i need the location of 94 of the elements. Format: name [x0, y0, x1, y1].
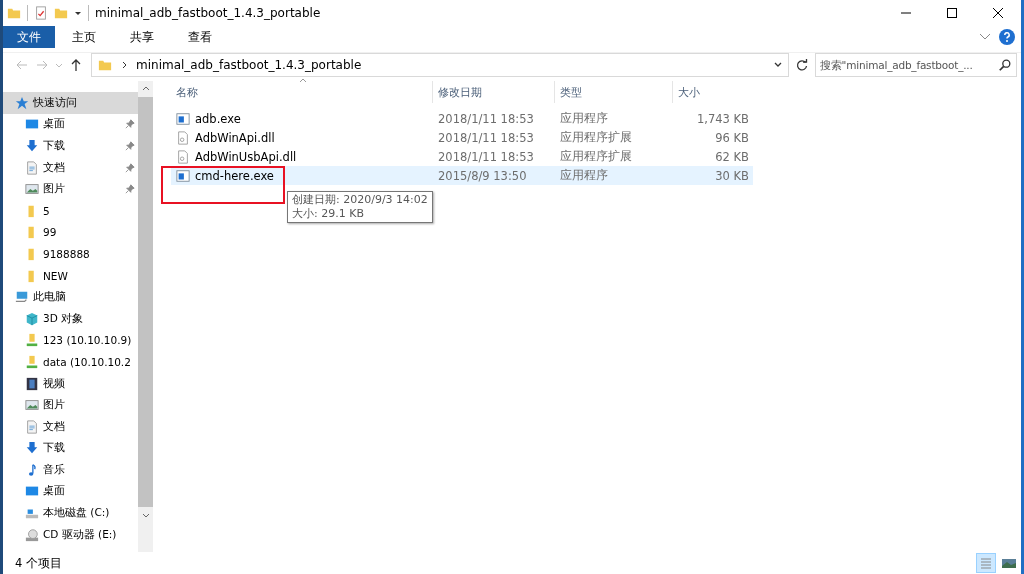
- column-header[interactable]: 修改日期: [433, 81, 555, 103]
- sidebar-item[interactable]: 桌面: [3, 480, 138, 503]
- help-icon[interactable]: [999, 29, 1015, 45]
- ribbon-tab[interactable]: 共享: [113, 26, 171, 48]
- column-header[interactable]: 类型: [555, 81, 673, 103]
- tooltip-text: 大小: 29.1 KB: [292, 207, 365, 221]
- cube-icon: [25, 311, 39, 326]
- sidebar-item[interactable]: 下载: [3, 437, 138, 460]
- sidebar-item[interactable]: CD 驱动器 (E:): [3, 523, 138, 546]
- sidebar-item[interactable]: 3D 对象: [3, 307, 138, 330]
- file-row[interactable]: AdbWinUsbApi.dll 2018/1/11 18:53 应用程序扩展 62 KB: [171, 147, 753, 166]
- scroll-up-icon[interactable]: [141, 85, 150, 93]
- properties-icon[interactable]: [34, 6, 48, 20]
- pictures-icon: [25, 182, 39, 197]
- document-icon: [25, 419, 39, 434]
- column-header[interactable]: 大小: [673, 81, 753, 103]
- download-icon: [25, 139, 39, 153]
- modified-date: 2018/1/11 18:53: [437, 149, 535, 164]
- file-name: adb.exe: [195, 111, 241, 126]
- application-icon: [176, 168, 190, 183]
- pin-icon[interactable]: [125, 184, 135, 195]
- dropdown-icon[interactable]: [74, 9, 82, 17]
- file-type: 应用程序扩展: [559, 130, 633, 145]
- sidebar-item[interactable]: 99: [3, 221, 138, 244]
- expand-ribbon-icon[interactable]: [979, 33, 991, 41]
- file-size: 96 KB: [714, 130, 750, 145]
- sidebar-item[interactable]: 音乐: [3, 459, 138, 481]
- file-type: 应用程序: [559, 111, 609, 126]
- file-type: 应用程序: [559, 168, 609, 183]
- sidebar-item[interactable]: 文档: [3, 415, 138, 438]
- forward-icon[interactable]: [35, 58, 49, 72]
- film-icon: [25, 376, 39, 391]
- pin-icon[interactable]: [125, 162, 135, 173]
- pin-icon[interactable]: [125, 141, 135, 151]
- dll-file-icon: [176, 149, 190, 164]
- file-row[interactable]: AdbWinApi.dll 2018/1/11 18:53 应用程序扩展 96 KB: [171, 128, 753, 147]
- sidebar-item[interactable]: 快速访问: [3, 92, 138, 114]
- file-size: 30 KB: [714, 168, 750, 183]
- sidebar-item[interactable]: 视频: [3, 372, 138, 395]
- recent-icon[interactable]: [55, 61, 63, 69]
- address-path: minimal_adb_fastboot_1.4.3_portable: [136, 58, 362, 72]
- sidebar-item[interactable]: NEW: [3, 264, 138, 287]
- sort-caret-icon: [299, 78, 307, 83]
- folder-icon: [7, 6, 21, 20]
- pictures-icon: [25, 398, 39, 413]
- file-size: 62 KB: [714, 149, 750, 164]
- sidebar-item[interactable]: 5: [3, 199, 138, 222]
- tooltip-text: 创建日期: 2020/9/3 14:02: [292, 193, 428, 207]
- up-icon[interactable]: [69, 58, 83, 72]
- download-icon: [25, 441, 39, 456]
- modified-date: 2018/1/11 18:53: [437, 111, 535, 126]
- file-size: 1,743 KB: [696, 111, 750, 126]
- file-name: AdbWinApi.dll: [195, 130, 275, 145]
- search-field[interactable]: 搜索"minimal_adb_fastboot_...: [815, 53, 1017, 77]
- window-title: minimal_adb_fastboot_1.4.3_portable: [95, 6, 321, 20]
- sidebar-item[interactable]: 此电脑: [3, 286, 138, 308]
- sidebar-item[interactable]: 123 (10.10.10.9): [3, 329, 138, 352]
- sidebar-item[interactable]: 本地磁盘 (C:): [3, 502, 138, 524]
- sidebar-item[interactable]: data (10.10.10.2: [3, 351, 138, 373]
- modified-date: 2018/1/11 18:53: [437, 130, 535, 145]
- network-drive-icon: [25, 333, 39, 348]
- address-bar[interactable]: minimal_adb_fastboot_1.4.3_portable: [91, 53, 789, 77]
- sidebar-item[interactable]: 桌面: [3, 113, 138, 136]
- chevron-icon: [120, 61, 128, 69]
- application-icon: [176, 111, 190, 126]
- column-header[interactable]: 名称: [171, 81, 433, 103]
- cd-drive-icon: [25, 527, 39, 542]
- ribbon-tab[interactable]: 查看: [171, 26, 229, 48]
- ribbon-tab[interactable]: 主页: [55, 26, 113, 48]
- pin-icon[interactable]: [125, 119, 135, 130]
- back-icon[interactable]: [15, 58, 29, 72]
- dropdown-icon[interactable]: [774, 61, 782, 69]
- document-icon: [25, 160, 39, 175]
- sidebar-item[interactable]: 图片: [3, 394, 138, 416]
- file-name: cmd-here.exe: [195, 168, 274, 183]
- file-name: AdbWinUsbApi.dll: [195, 149, 297, 164]
- refresh-icon[interactable]: [795, 58, 809, 72]
- star-icon: [15, 95, 29, 110]
- computer-icon: [15, 290, 29, 305]
- search-icon: [998, 58, 1012, 72]
- file-type: 应用程序扩展: [559, 149, 633, 164]
- folder-icon: [98, 58, 112, 72]
- sidebar-item[interactable]: 文档: [3, 156, 138, 179]
- sidebar-item[interactable]: 下载: [3, 135, 138, 157]
- sidebar-item[interactable]: 9188888: [3, 243, 138, 265]
- modified-date: 2015/8/9 13:50: [437, 168, 528, 183]
- dll-file-icon: [176, 130, 190, 145]
- network-drive-icon: [25, 354, 39, 369]
- ribbon-tab[interactable]: 文件: [3, 26, 55, 48]
- file-row[interactable]: cmd-here.exe 2015/8/9 13:50 应用程序 30 KB: [171, 166, 753, 185]
- scroll-down-icon[interactable]: [141, 511, 150, 519]
- file-row[interactable]: adb.exe 2018/1/11 18:53 应用程序 1,743 KB: [171, 109, 753, 128]
- item-count: 4 个项目: [15, 555, 62, 571]
- sidebar-item[interactable]: 图片: [3, 178, 138, 200]
